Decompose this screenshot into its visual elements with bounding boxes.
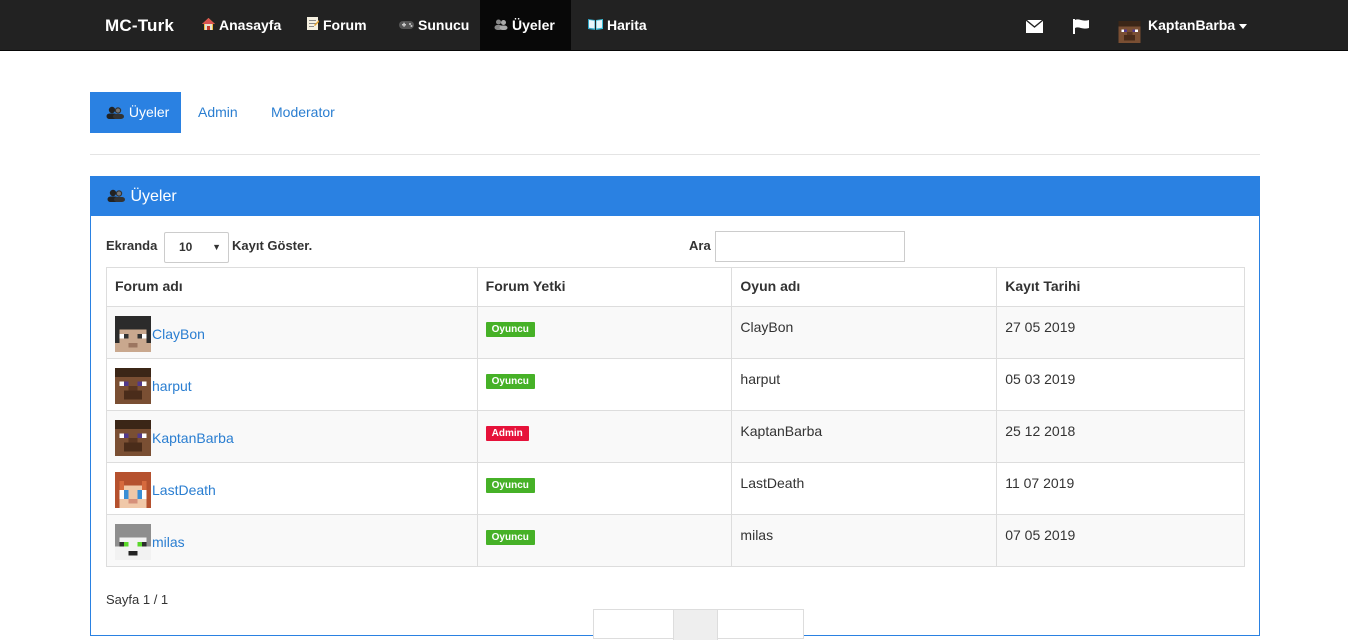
book-icon — [588, 1, 603, 52]
brand-logo[interactable]: MC-Turk — [105, 0, 174, 51]
user-menu-toggle[interactable]: KaptanBarba — [1117, 0, 1248, 51]
panel-heading: Üyeler — [91, 177, 1259, 216]
search-label: Ara — [689, 238, 711, 253]
date-cell: 27 05 2019 — [996, 306, 1245, 359]
role-badge: Oyuncu — [485, 322, 535, 337]
tab-uyeler[interactable]: Üyeler — [90, 92, 181, 133]
divider — [90, 154, 1260, 155]
pagination-previous[interactable] — [594, 610, 674, 640]
avatar — [115, 368, 151, 404]
chevron-down-icon — [1239, 23, 1248, 29]
avatar — [115, 472, 151, 508]
tab-moderator[interactable]: Moderator — [255, 92, 351, 133]
user-link[interactable]: KaptanBarba — [152, 430, 234, 446]
forum-name-cell: ClayBon — [106, 306, 478, 359]
column-header-register-date[interactable]: Kayıt Tarihi — [996, 267, 1245, 307]
column-header-forum-role[interactable]: Forum Yetki — [476, 267, 733, 307]
table-row: harput Oyuncu harput 05 03 2019 — [106, 358, 1245, 411]
members-panel: Üyeler Ekranda 10 ▼ Kayıt Göster. Ara Fo… — [90, 176, 1260, 640]
forum-name-cell: KaptanBarba — [106, 410, 478, 463]
avatar — [115, 524, 151, 560]
nav-item-harita[interactable]: Harita — [574, 0, 661, 51]
game-name-cell: KaptanBarba — [731, 410, 998, 463]
gamepad-icon — [399, 1, 414, 52]
users-icon — [106, 104, 129, 120]
tab-admin[interactable]: Admin — [182, 92, 254, 133]
date-cell: 07 05 2019 — [996, 514, 1245, 567]
role-badge: Oyuncu — [485, 374, 535, 389]
nav-item-anasayfa[interactable]: Anasayfa — [188, 0, 295, 51]
date-cell: 05 03 2019 — [996, 358, 1245, 411]
nav-item-label: Anasayfa — [219, 17, 282, 33]
date-cell: 11 07 2019 — [996, 462, 1245, 515]
members-table: Forum adı Forum Yetki Oyun adı Kayıt Tar… — [106, 267, 1245, 567]
forum-name-cell: harput — [106, 358, 478, 411]
table-row: milas Oyuncu milas 07 05 2019 — [106, 514, 1245, 567]
table-row: KaptanBarba Admin KaptanBarba 25 12 2018 — [106, 410, 1245, 463]
user-link[interactable]: LastDeath — [152, 482, 216, 498]
column-header-game-name[interactable]: Oyun adı — [731, 267, 998, 307]
game-name-cell: ClayBon — [731, 306, 998, 359]
nav-item-forum[interactable]: Forum — [293, 0, 381, 51]
pagination-page-current[interactable] — [674, 610, 718, 640]
nav-item-uyeler[interactable]: Üyeler — [480, 0, 571, 51]
role-cell: Oyuncu — [476, 358, 733, 411]
column-header-forum-name[interactable]: Forum adı — [106, 267, 478, 307]
chevron-down-icon: ▼ — [212, 242, 221, 252]
role-cell: Oyuncu — [476, 462, 733, 515]
select-value: 10 — [179, 240, 193, 254]
envelope-icon[interactable] — [1025, 0, 1044, 51]
role-badge: Admin — [485, 426, 529, 441]
page-info: Sayfa 1 / 1 — [106, 592, 169, 607]
avatar — [115, 316, 151, 352]
user-name: KaptanBarba — [1148, 17, 1236, 33]
house-icon — [202, 1, 215, 52]
user-link[interactable]: ClayBon — [152, 326, 205, 342]
forum-name-cell: milas — [106, 514, 478, 567]
top-navbar: MC-Turk Anasayfa Forum Sunucu Üyeler Har… — [0, 0, 1348, 51]
tab-label: Üyeler — [128, 104, 170, 120]
table-row: LastDeath Oyuncu LastDeath 11 07 2019 — [106, 462, 1245, 515]
users-icon — [494, 1, 508, 52]
forum-name-cell: LastDeath — [106, 462, 478, 515]
game-name-cell: LastDeath — [731, 462, 998, 515]
game-name-cell: harput — [731, 358, 998, 411]
user-link[interactable]: milas — [152, 534, 185, 550]
panel-title: Üyeler — [130, 188, 177, 205]
pagination — [593, 609, 804, 640]
avatar — [115, 420, 151, 456]
date-cell: 25 12 2018 — [996, 410, 1245, 463]
flag-icon[interactable] — [1073, 0, 1089, 51]
nav-item-sunucu[interactable]: Sunucu — [385, 0, 483, 51]
users-icon — [107, 188, 130, 205]
role-cell: Oyuncu — [476, 514, 733, 567]
role-cell: Admin — [476, 410, 733, 463]
role-badge: Oyuncu — [485, 478, 535, 493]
game-name-cell: milas — [731, 514, 998, 567]
nav-item-label: Üyeler — [512, 17, 555, 33]
role-cell: Oyuncu — [476, 306, 733, 359]
table-header-row: Forum adı Forum Yetki Oyun adı Kayıt Tar… — [106, 267, 1245, 307]
user-link[interactable]: harput — [152, 378, 192, 394]
entries-per-page-select[interactable]: 10 ▼ — [164, 232, 229, 263]
memo-icon — [307, 1, 319, 52]
avatar — [1117, 13, 1142, 44]
search-input[interactable] — [715, 231, 905, 262]
show-entries-suffix: Kayıt Göster. — [232, 238, 313, 253]
nav-item-label: Forum — [323, 17, 367, 33]
nav-item-label: Harita — [607, 17, 647, 33]
table-row: ClayBon Oyuncu ClayBon 27 05 2019 — [106, 306, 1245, 359]
role-badge: Oyuncu — [485, 530, 535, 545]
nav-item-label: Sunucu — [418, 17, 470, 33]
show-entries-prefix: Ekranda — [106, 238, 158, 253]
